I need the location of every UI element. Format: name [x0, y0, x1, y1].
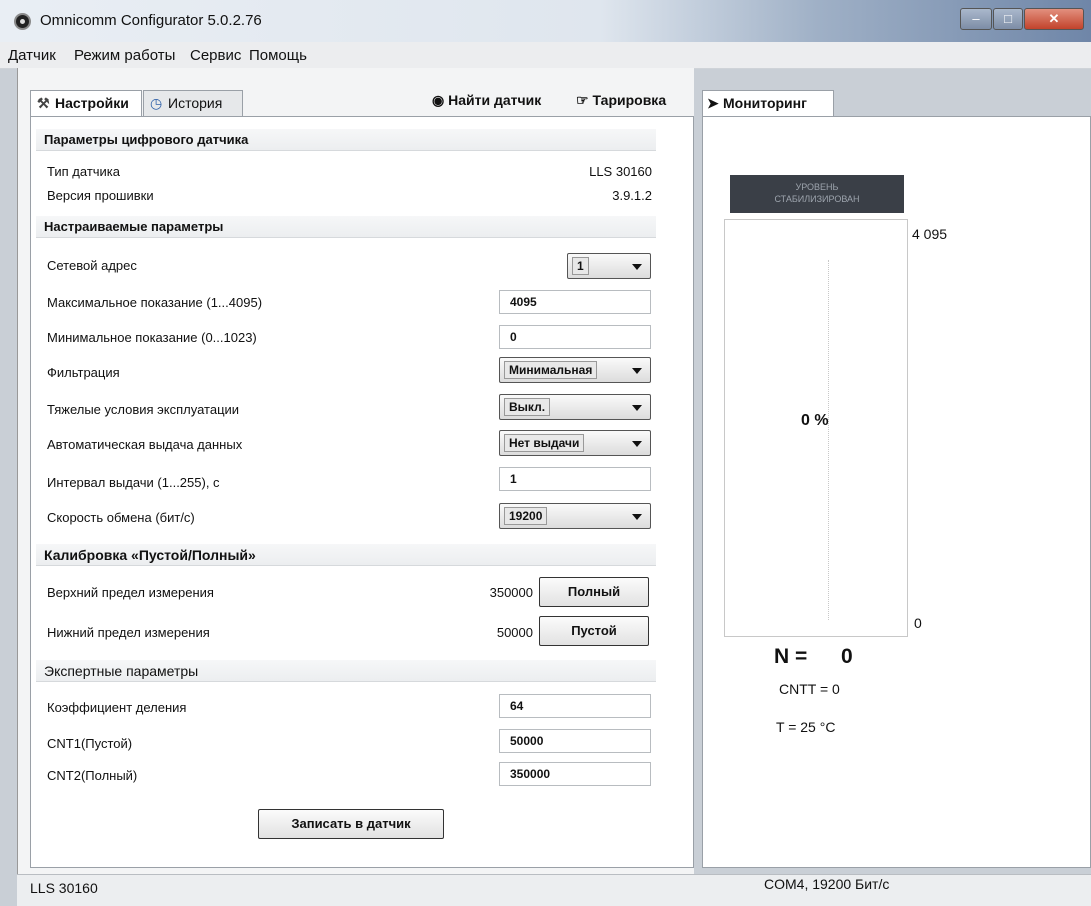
cnt2-label: CNT2(Полный) [47, 768, 138, 783]
divider-input[interactable]: 64 [499, 694, 651, 718]
status-connection: COM4, 19200 Бит/с [764, 876, 890, 892]
status-bar [17, 874, 1091, 906]
minimize-button[interactable]: – [960, 8, 992, 30]
menu-service[interactable]: Сервис [190, 47, 241, 64]
auto-output-value: Нет выдачи [504, 434, 585, 452]
chevron-down-icon [632, 441, 642, 447]
firmware-value: 3.9.1.2 [612, 188, 652, 203]
tab-monitoring-label: Мониторинг [723, 95, 807, 111]
upper-limit-label: Верхний предел измерения [47, 585, 214, 600]
menu-mode[interactable]: Режим работы [74, 47, 175, 64]
window-title: Omnicomm Configurator 5.0.2.76 [40, 12, 262, 29]
cntt-value: CNTT = 0 [779, 681, 840, 697]
heavy-conditions-select[interactable]: Выкл. [499, 394, 651, 420]
level-badge-line2: СТАБИЛИЗИРОВАН [774, 194, 860, 204]
tab-monitoring[interactable]: ➤ Мониторинг [702, 90, 834, 116]
baud-value: 19200 [504, 507, 548, 525]
tab-settings[interactable]: ⚒ Настройки [30, 90, 142, 116]
maximize-button[interactable]: □ [993, 8, 1023, 30]
chevron-down-icon [632, 514, 642, 520]
network-address-value: 1 [572, 257, 589, 275]
clock-icon: ◷ [150, 95, 163, 111]
close-button[interactable]: ✕ [1024, 8, 1084, 30]
heavy-conditions-label: Тяжелые условия эксплуатации [47, 402, 240, 417]
wrench-icon: ⚒ [37, 95, 50, 111]
cnt1-label: CNT1(Пустой) [47, 736, 133, 751]
find-sensor-label: Найти датчик [448, 92, 542, 108]
cnt2-input[interactable]: 350000 [499, 762, 651, 786]
baud-label: Скорость обмена (бит/с) [47, 510, 195, 525]
temperature-value: T = 25 °C [776, 719, 836, 735]
chevron-down-icon [632, 368, 642, 374]
heavy-conditions-value: Выкл. [504, 398, 551, 416]
auto-output-label: Автоматическая выдача данных [47, 437, 243, 452]
sensor-type-value: LLS 30160 [589, 164, 652, 179]
filter-label: Фильтрация [47, 365, 120, 380]
section-digital-params: Параметры цифрового датчика [36, 129, 656, 151]
interval-label: Интервал выдачи (1...255), с [47, 475, 220, 490]
menu-help[interactable]: Помощь [249, 47, 307, 64]
empty-button[interactable]: Пустой [539, 616, 649, 646]
hand-icon: ☞ [576, 92, 589, 108]
menu-sensor[interactable]: Датчик [8, 47, 56, 64]
section-expert: Экспертные параметры [36, 660, 656, 682]
gauge-max-label: 4 095 [912, 226, 948, 242]
tab-settings-label: Настройки [55, 95, 129, 111]
interval-input[interactable]: 1 [499, 467, 651, 491]
binoculars-icon: ◉ [432, 92, 445, 108]
filter-value: Минимальная [504, 361, 598, 379]
level-badge-line1: УРОВЕНЬ [795, 182, 839, 192]
baud-select[interactable]: 19200 [499, 503, 651, 529]
full-button[interactable]: Полный [539, 577, 649, 607]
firmware-label: Версия прошивки [47, 188, 154, 203]
network-address-select[interactable]: 1 [567, 253, 651, 279]
write-to-sensor-button[interactable]: Записать в датчик [258, 809, 444, 839]
gauge-min-label: 0 [914, 615, 922, 631]
gauge-center-line [828, 260, 830, 620]
min-reading-label: Минимальное показание (0...1023) [47, 330, 257, 345]
sensor-type-label: Тип датчика [47, 164, 121, 179]
min-reading-input[interactable]: 0 [499, 325, 651, 349]
calibration-label: Тарировка [592, 92, 667, 108]
cnt1-input[interactable]: 50000 [499, 729, 651, 753]
find-sensor-button[interactable]: ◉ Найти датчик [432, 92, 541, 109]
chevron-down-icon [632, 405, 642, 411]
calibration-button[interactable]: ☞ Тарировка [576, 92, 666, 109]
network-address-label: Сетевой адрес [47, 258, 137, 273]
max-reading-label: Максимальное показание (1...4095) [47, 295, 263, 310]
section-configurable: Настраиваемые параметры [36, 216, 656, 238]
section-calibration: Калибровка «Пустой/Полный» [36, 544, 656, 566]
lower-limit-value: 50000 [496, 625, 533, 640]
divider-label: Коэффициент деления [47, 700, 187, 715]
app-icon [14, 13, 31, 30]
level-status-badge: УРОВЕНЬ СТАБИЛИЗИРОВАН [730, 175, 904, 213]
lower-limit-label: Нижний предел измерения [47, 625, 210, 640]
tab-history-label: История [168, 95, 223, 111]
filter-select[interactable]: Минимальная [499, 357, 651, 383]
status-device: LLS 30160 [30, 880, 98, 896]
tab-history[interactable]: ◷ История [143, 90, 243, 116]
max-reading-input[interactable]: 4095 [499, 290, 651, 314]
upper-limit-value: 350000 [489, 585, 533, 600]
chevron-down-icon [632, 264, 642, 270]
n-value: 0 [841, 645, 853, 668]
n-label: N = [774, 645, 808, 668]
level-percent: 0 % [801, 412, 829, 429]
auto-output-select[interactable]: Нет выдачи [499, 430, 651, 456]
monitor-icon: ➤ [707, 95, 719, 111]
